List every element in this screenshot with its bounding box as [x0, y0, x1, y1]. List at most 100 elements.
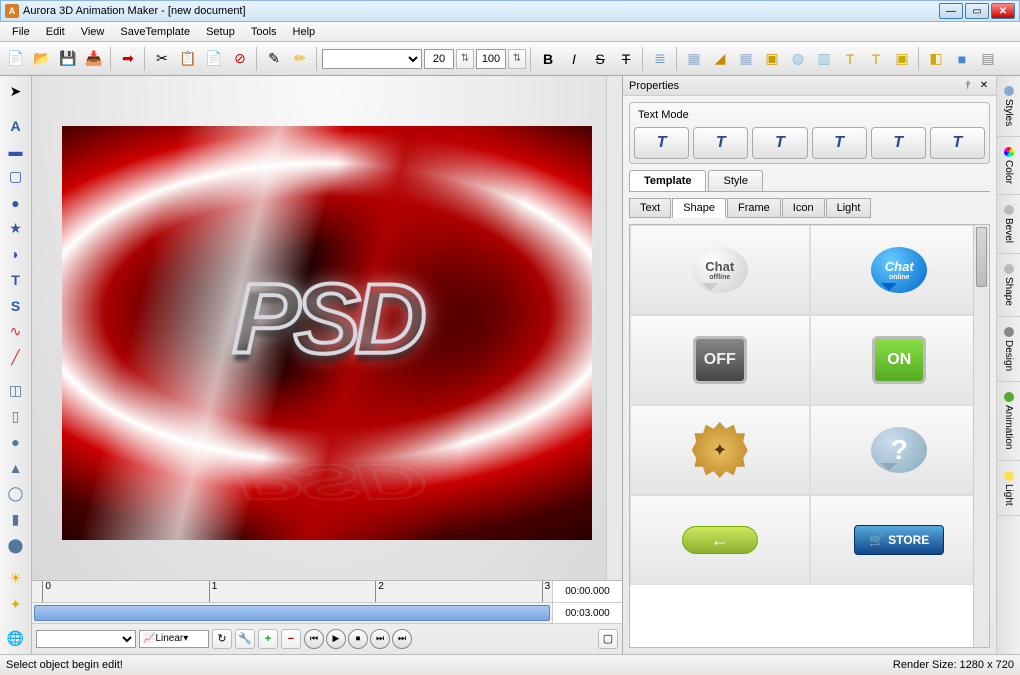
- arrange1-icon[interactable]: ◧: [924, 47, 948, 71]
- font-size2-input[interactable]: [476, 49, 506, 69]
- edit-icon[interactable]: ✎: [262, 47, 286, 71]
- text-mode-5[interactable]: T: [871, 127, 926, 159]
- italic-button[interactable]: I: [562, 47, 586, 71]
- canvas[interactable]: PSD PSD: [62, 126, 592, 540]
- size-stepper-2[interactable]: ⇅: [508, 49, 526, 69]
- shape4-icon[interactable]: ▣: [760, 47, 784, 71]
- menu-help[interactable]: Help: [285, 24, 324, 40]
- shape-chat-online[interactable]: Chatonline: [810, 225, 990, 315]
- cube-tool-icon[interactable]: ◫: [4, 379, 28, 403]
- tab-template[interactable]: Template: [629, 170, 706, 191]
- loop-button[interactable]: ↻: [212, 629, 232, 649]
- panel-close-icon[interactable]: ✕: [978, 80, 990, 92]
- go-end-button[interactable]: ⏭: [392, 629, 412, 649]
- subtab-text[interactable]: Text: [629, 198, 671, 218]
- select-tool-icon[interactable]: ➤: [4, 80, 28, 104]
- timeline-track-bar[interactable]: [34, 605, 550, 621]
- menu-tools[interactable]: Tools: [243, 24, 285, 40]
- rect-tool-icon[interactable]: ▬: [4, 139, 28, 163]
- shape-question-bubble[interactable]: ?: [810, 405, 990, 495]
- timeline-object-select[interactable]: [36, 630, 136, 648]
- go-start-button[interactable]: ⏮: [304, 629, 324, 649]
- export-icon[interactable]: ➡: [116, 47, 140, 71]
- menu-view[interactable]: View: [73, 24, 113, 40]
- arrange3-icon[interactable]: ▤: [976, 47, 1000, 71]
- bold-button[interactable]: B: [536, 47, 560, 71]
- shape3-icon[interactable]: ▦: [734, 47, 758, 71]
- stop-button[interactable]: ⏹: [348, 629, 368, 649]
- text-mode-1[interactable]: T: [634, 127, 689, 159]
- time-current[interactable]: 00:00.000: [552, 581, 622, 602]
- tab-style[interactable]: Style: [708, 170, 762, 191]
- cylinder-tool-icon[interactable]: ▯: [4, 405, 28, 429]
- menu-setup[interactable]: Setup: [198, 24, 243, 40]
- side-tab-bevel[interactable]: Bevel: [997, 195, 1020, 254]
- saveas-icon[interactable]: 📥: [82, 47, 106, 71]
- shape5-icon[interactable]: ◍: [786, 47, 810, 71]
- light-tool-icon[interactable]: ☀: [4, 567, 28, 591]
- shape-store-button[interactable]: 🛒STORE: [810, 495, 990, 585]
- text-mode-2[interactable]: T: [693, 127, 748, 159]
- add-keyframe-button[interactable]: +: [258, 629, 278, 649]
- s-tool-icon[interactable]: S: [4, 294, 28, 318]
- shape8-icon[interactable]: T: [864, 47, 888, 71]
- open-icon[interactable]: 📂: [30, 47, 54, 71]
- shape-off-button[interactable]: OFF: [630, 315, 810, 405]
- ball-tool-icon[interactable]: ⬤: [4, 533, 28, 557]
- text-t-button[interactable]: T: [614, 47, 638, 71]
- side-tab-styles[interactable]: Styles: [997, 76, 1020, 137]
- side-tab-animation[interactable]: Animation: [997, 382, 1020, 460]
- side-tab-light[interactable]: Light: [997, 461, 1020, 517]
- side-tab-color[interactable]: Color: [997, 137, 1020, 195]
- sphere-tool-icon[interactable]: ●: [4, 430, 28, 454]
- subtab-frame[interactable]: Frame: [727, 198, 781, 218]
- remove-keyframe-button[interactable]: −: [281, 629, 301, 649]
- star-tool-icon[interactable]: ★: [4, 217, 28, 241]
- play-button[interactable]: ▶: [326, 629, 346, 649]
- cone-tool-icon[interactable]: ▲: [4, 456, 28, 480]
- new-icon[interactable]: 📄: [4, 47, 28, 71]
- subtab-shape[interactable]: Shape: [672, 198, 726, 218]
- roundrect-tool-icon[interactable]: ▢: [4, 165, 28, 189]
- shape9-icon[interactable]: ▣: [890, 47, 914, 71]
- shape2-icon[interactable]: ◢: [708, 47, 732, 71]
- subtab-light[interactable]: Light: [826, 198, 872, 218]
- strike-button[interactable]: S: [588, 47, 612, 71]
- size-stepper-1[interactable]: ⇅: [456, 49, 474, 69]
- step-button[interactable]: ⏭: [370, 629, 390, 649]
- copy-icon[interactable]: 📋: [176, 47, 200, 71]
- ellipse-tool-icon[interactable]: ●: [4, 191, 28, 215]
- menu-edit[interactable]: Edit: [38, 24, 73, 40]
- text-tool-icon[interactable]: A: [4, 114, 28, 138]
- shape1-icon[interactable]: ▦: [682, 47, 706, 71]
- text-mode-4[interactable]: T: [812, 127, 867, 159]
- align-icon[interactable]: ≣: [648, 47, 672, 71]
- side-tab-shape[interactable]: Shape: [997, 254, 1020, 317]
- globe-tool-icon[interactable]: 🌐: [4, 626, 28, 650]
- line-tool-icon[interactable]: ╱: [4, 345, 28, 369]
- shapes-scrollbar[interactable]: [973, 225, 989, 647]
- canvas-scrollbar-v[interactable]: [606, 76, 622, 580]
- side-tab-design[interactable]: Design: [997, 317, 1020, 382]
- easing-select[interactable]: 📈 Linear ▾: [139, 630, 209, 648]
- paste-icon[interactable]: 📄: [202, 47, 226, 71]
- save-icon[interactable]: 💾: [56, 47, 80, 71]
- shape-arrow-pill[interactable]: ←: [630, 495, 810, 585]
- arrange2-icon[interactable]: ■: [950, 47, 974, 71]
- canvas-viewport[interactable]: PSD PSD: [32, 76, 622, 580]
- cut-icon[interactable]: ✂: [150, 47, 174, 71]
- text-mode-3[interactable]: T: [752, 127, 807, 159]
- shape-on-button[interactable]: ON: [810, 315, 990, 405]
- curve-tool-icon[interactable]: ∿: [4, 320, 28, 344]
- torus-tool-icon[interactable]: ◯: [4, 482, 28, 506]
- text-mode-6[interactable]: T: [930, 127, 985, 159]
- tube-tool-icon[interactable]: ▮: [4, 508, 28, 532]
- highlight-icon[interactable]: ✏: [288, 47, 312, 71]
- timeline-ruler[interactable]: 0 1 2 3: [32, 581, 552, 602]
- shape-badge[interactable]: ✦: [630, 405, 810, 495]
- bone-tool-icon[interactable]: ✦: [4, 593, 28, 617]
- maximize-button[interactable]: ▭: [965, 3, 989, 19]
- time-end[interactable]: 00:03.000: [552, 603, 622, 623]
- shape6-icon[interactable]: ▥: [812, 47, 836, 71]
- timeline-toggle-button[interactable]: ▢: [598, 629, 618, 649]
